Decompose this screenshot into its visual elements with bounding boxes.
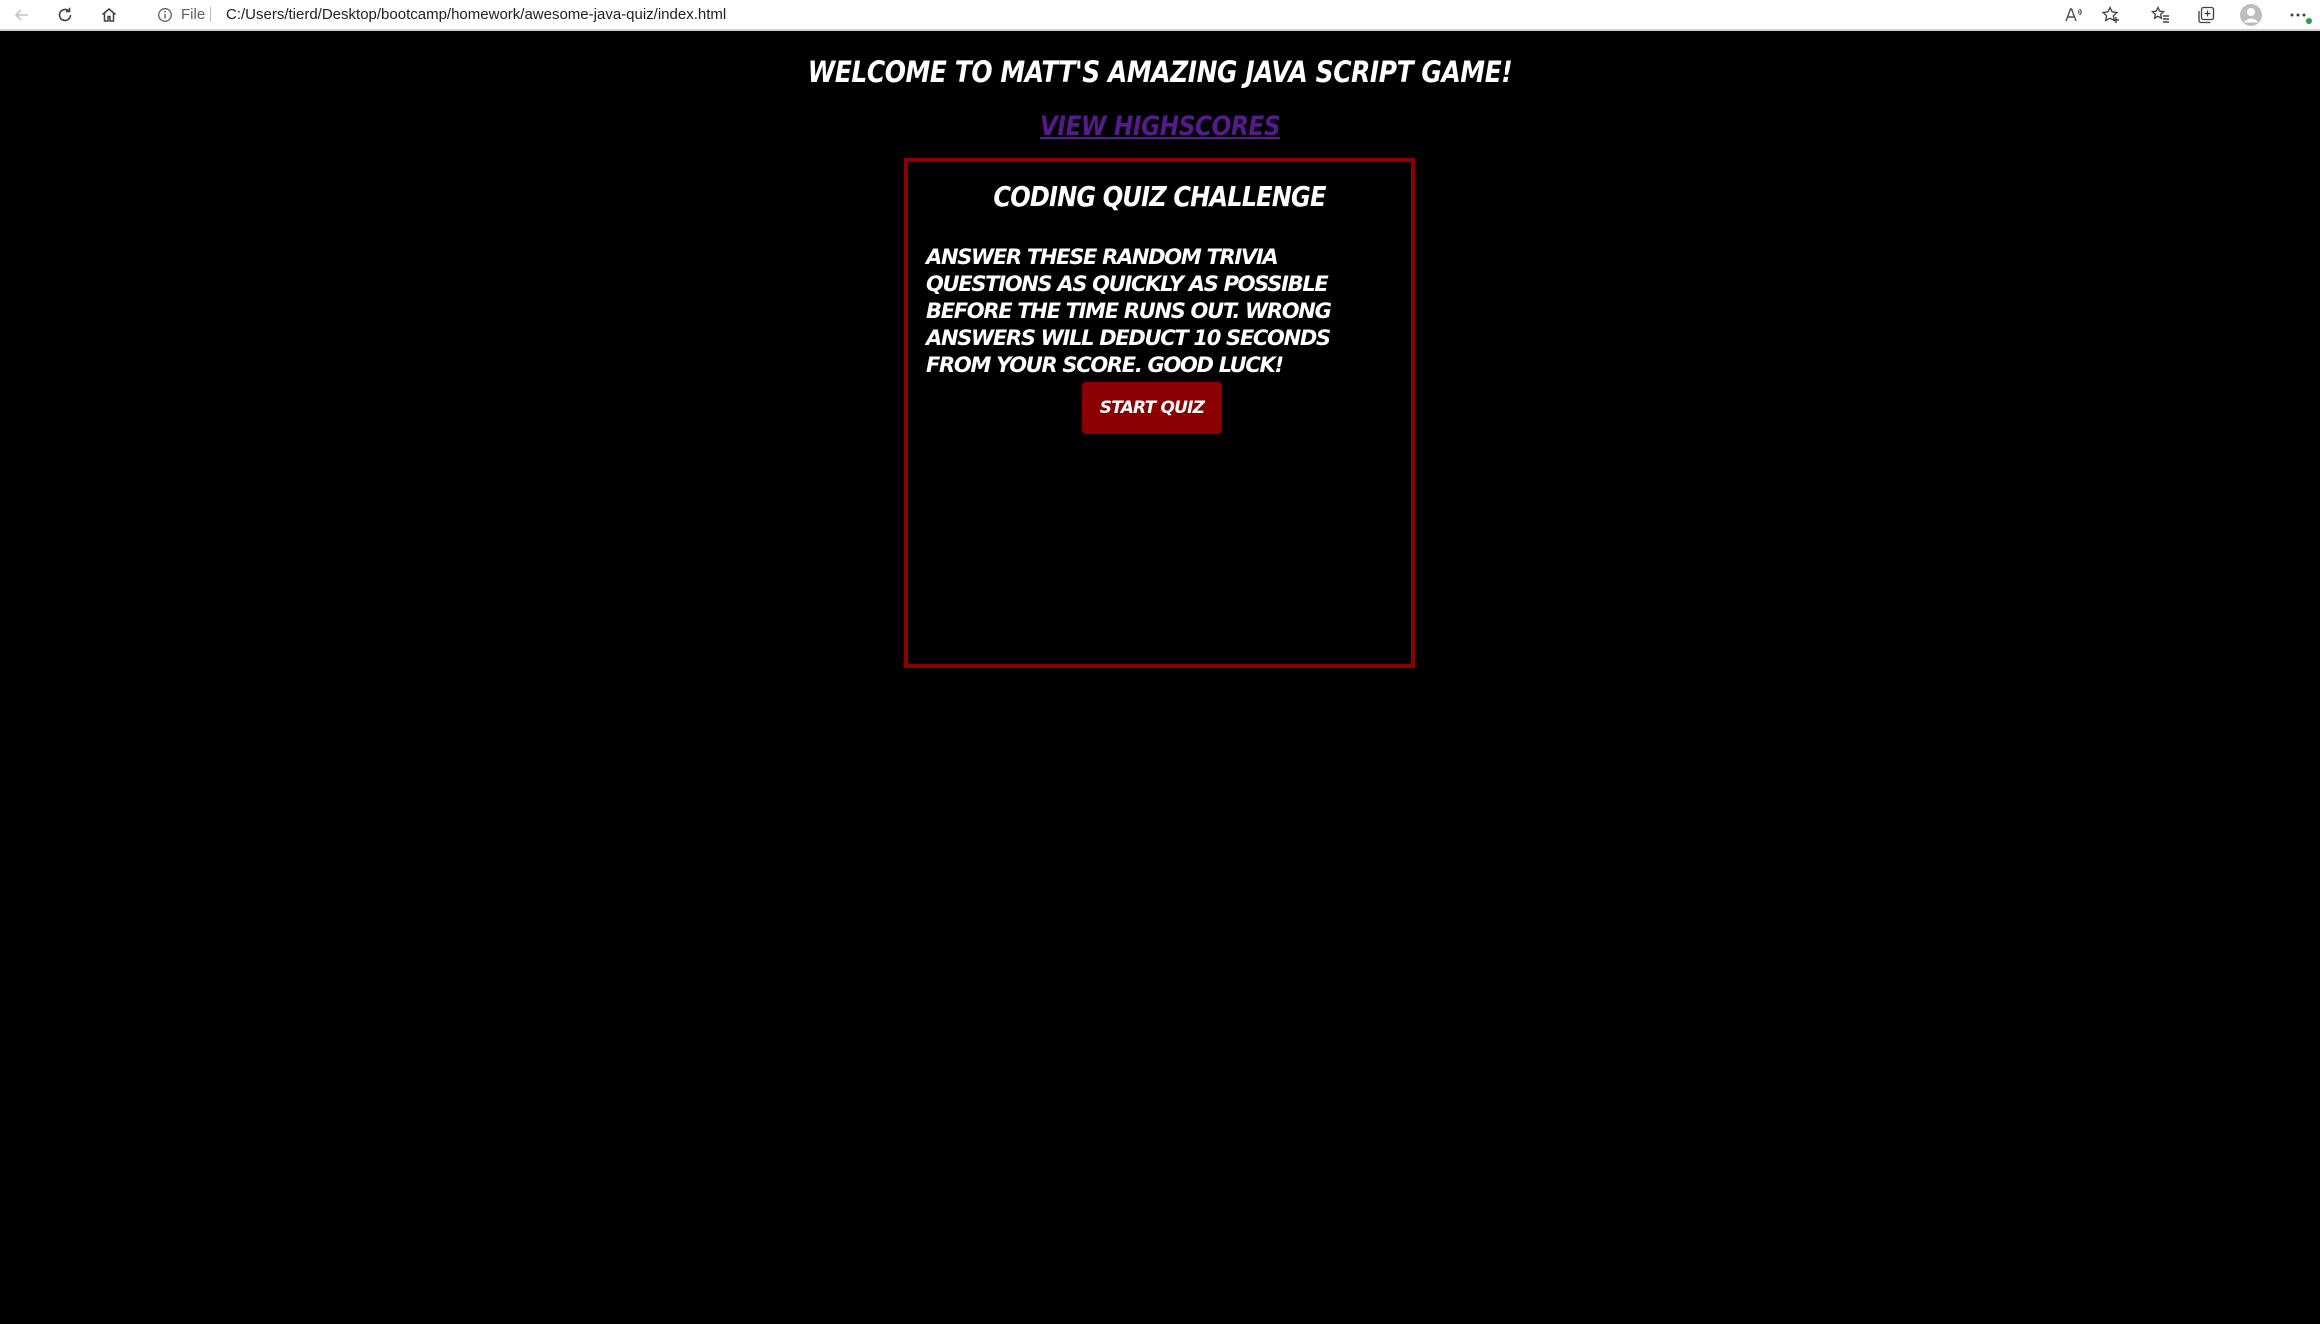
profile-icon[interactable] <box>2231 0 2271 29</box>
card-description: Answer these random trivia questions as … <box>926 245 1332 377</box>
address-bar[interactable]: C:/Users/tierd/Desktop/bootcamp/homework… <box>226 0 726 29</box>
read-aloud-icon[interactable] <box>2054 0 2094 29</box>
highscores-link-wrapper: View Highscores <box>162 111 2157 142</box>
start-quiz-button[interactable]: Start Quiz <box>1082 382 1222 434</box>
address-divider <box>210 7 211 22</box>
address-scheme: File <box>181 6 206 23</box>
favorite-add-icon[interactable] <box>2091 0 2131 29</box>
refresh-icon[interactable] <box>45 0 85 29</box>
page-content: Welcome to Matt's Amazing Java Script Ga… <box>0 31 2320 1324</box>
view-highscores-link[interactable]: View Highscores <box>1040 111 1281 142</box>
update-badge <box>2306 18 2312 24</box>
back-icon[interactable] <box>2 0 42 29</box>
info-icon[interactable] <box>154 0 176 29</box>
home-icon[interactable] <box>89 0 129 29</box>
welcome-title: Welcome to Matt's Amazing Java Script Ga… <box>807 55 1513 89</box>
collections-icon[interactable] <box>2186 0 2226 29</box>
card-title: Coding Quiz Challenge <box>993 180 1326 213</box>
more-icon[interactable] <box>2278 0 2318 29</box>
favorites-icon[interactable] <box>2141 0 2181 29</box>
quiz-card: Coding Quiz Challenge Answer these rando… <box>904 158 1415 668</box>
browser-toolbar: File C:/Users/tierd/Desktop/bootcamp/hom… <box>0 0 2320 31</box>
